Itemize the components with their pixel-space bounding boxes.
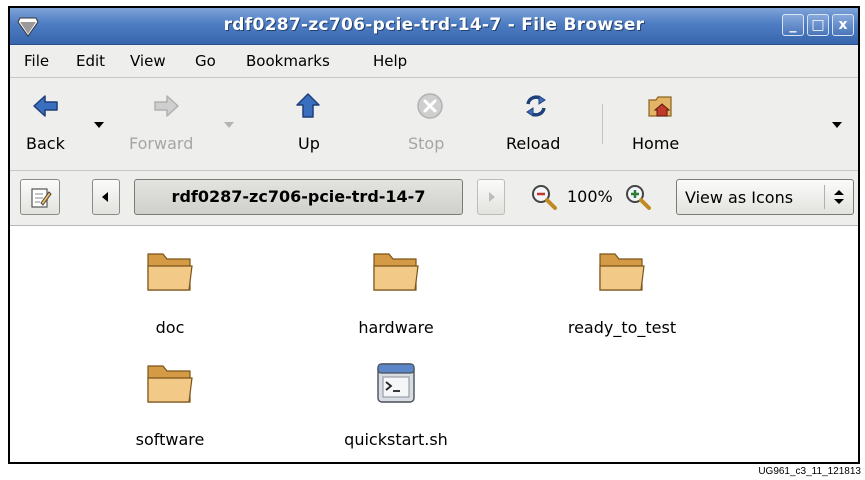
title-bar[interactable]: rdf0287-zc706-pcie-trd-14-7 - File Brows… [10, 8, 858, 45]
file-item[interactable]: software [90, 360, 250, 449]
file-name: doc [155, 318, 185, 337]
file-name: quickstart.sh [344, 430, 448, 449]
menu-bar: File Edit View Go Bookmarks Help [10, 45, 858, 78]
left-arrow-icon [102, 192, 108, 202]
up-button[interactable]: Up [282, 78, 342, 170]
file-item[interactable]: quickstart.sh [316, 360, 476, 449]
home-button[interactable]: Home [620, 78, 700, 170]
menu-file[interactable]: File [24, 52, 49, 70]
toggle-location-entry-button[interactable] [20, 179, 60, 215]
back-button[interactable]: Back [10, 78, 90, 170]
home-icon [648, 96, 672, 117]
file-item[interactable]: ready_to_test [542, 248, 702, 337]
zoom-out-icon[interactable] [530, 183, 558, 211]
back-history-dropdown[interactable] [94, 122, 104, 128]
file-item[interactable]: doc [90, 248, 250, 337]
menu-help[interactable]: Help [373, 52, 407, 70]
file-browser-window: rdf0287-zc706-pcie-trd-14-7 - File Brows… [8, 6, 860, 464]
close-button[interactable]: x [832, 14, 854, 36]
reload-label: Reload [506, 134, 561, 153]
toolbar-separator [602, 104, 603, 144]
forward-history-dropdown[interactable] [224, 122, 234, 128]
view-mode-select[interactable]: View as Icons [676, 179, 854, 215]
reload-icon [526, 95, 546, 117]
view-mode-value: View as Icons [685, 188, 794, 207]
up-arrow-icon [296, 93, 320, 118]
stop-icon [417, 93, 443, 119]
forward-label: Forward [129, 134, 194, 153]
back-arrow-icon [33, 95, 58, 117]
maximize-button[interactable]: □ [807, 14, 829, 36]
forward-arrow-icon [154, 95, 179, 117]
toolbar-overflow-dropdown[interactable] [832, 122, 842, 128]
folder-icon [373, 253, 419, 291]
forward-button[interactable]: Forward [122, 78, 208, 170]
right-arrow-icon [489, 192, 495, 202]
back-label: Back [26, 134, 65, 153]
minimize-button[interactable]: _ [782, 14, 804, 36]
menu-go[interactable]: Go [195, 52, 216, 70]
spin-arrows-icon [834, 190, 844, 204]
zoom-in-icon[interactable] [624, 183, 652, 211]
script-icon [377, 363, 415, 403]
stop-button[interactable]: Stop [394, 78, 464, 170]
reload-button[interactable]: Reload [496, 78, 576, 170]
file-name: ready_to_test [567, 318, 677, 337]
location-bar: rdf0287-zc706-pcie-trd-14-7 100% View as… [10, 171, 858, 226]
file-name: hardware [358, 318, 434, 337]
path-scroll-right-button[interactable] [477, 179, 505, 215]
folder-icon [147, 253, 193, 291]
file-name: software [135, 430, 205, 449]
path-segment-button[interactable]: rdf0287-zc706-pcie-trd-14-7 [134, 179, 463, 215]
toolbar: Back Forward Up Stop Reload Home [10, 78, 858, 171]
folder-icon [599, 253, 645, 291]
file-view: doc hardware ready_to_test software quic… [10, 226, 858, 462]
menu-edit[interactable]: Edit [76, 52, 105, 70]
up-label: Up [298, 134, 320, 153]
edit-location-icon [31, 188, 52, 208]
menu-view[interactable]: View [130, 52, 166, 70]
path-scroll-left-button[interactable] [92, 179, 120, 215]
file-item[interactable]: hardware [316, 248, 476, 337]
figure-caption: UG961_c3_11_121813 [758, 466, 861, 477]
home-label: Home [632, 134, 680, 153]
window-title: rdf0287-zc706-pcie-trd-14-7 - File Brows… [223, 15, 645, 35]
select-divider [824, 185, 825, 209]
stop-label: Stop [408, 134, 445, 153]
menu-bookmarks[interactable]: Bookmarks [246, 52, 330, 70]
folder-icon [147, 365, 193, 403]
zoom-level[interactable]: 100% [567, 187, 613, 206]
